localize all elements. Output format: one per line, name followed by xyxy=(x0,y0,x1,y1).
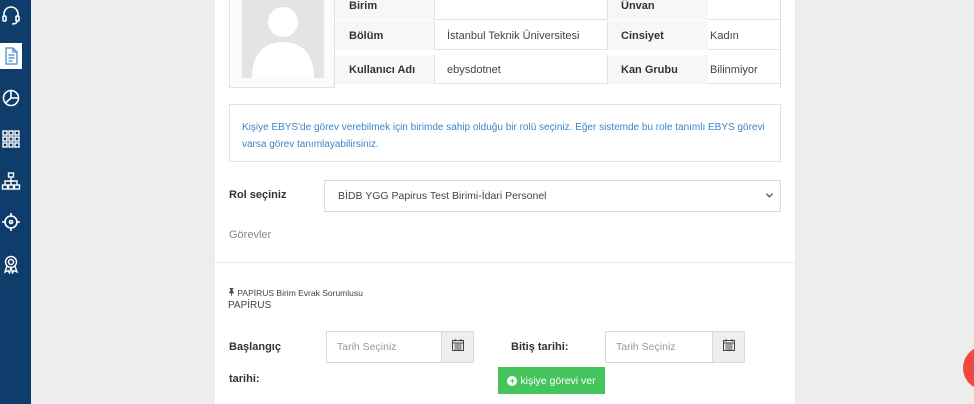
task-title: PAPİRUS Birim Evrak Sorumlusu xyxy=(228,288,363,298)
birim-label: Birim xyxy=(335,0,435,20)
org-chart-icon[interactable] xyxy=(0,168,22,194)
calendar-icon xyxy=(722,338,735,356)
assign-task-button[interactable]: + kişiye görevi ver xyxy=(498,367,605,394)
role-select[interactable]: BİDB YGG Papirus Test Birimi-İdari Perso… xyxy=(324,180,781,212)
tasks-heading: Görevler xyxy=(229,229,272,241)
start-date-input[interactable]: Tarih Seçiniz xyxy=(326,331,442,363)
start-date-label-cont: tarihi: xyxy=(229,373,260,385)
assign-task-label: kişiye görevi ver xyxy=(520,374,596,387)
start-calendar-button[interactable] xyxy=(441,331,474,363)
avatar-placeholder-icon xyxy=(242,0,324,78)
info-alert: Kişiye EBYS'de görev verebilmek için bir… xyxy=(229,104,781,162)
grid-icon[interactable] xyxy=(0,126,22,152)
role-select-label: Rol seçiniz xyxy=(229,189,287,201)
floating-action-button[interactable] xyxy=(963,346,974,390)
kullanici-adi-label: Kullanıcı Adı xyxy=(335,55,435,84)
pin-icon xyxy=(228,288,237,298)
end-date-input[interactable]: Tarih Seçiniz xyxy=(605,331,713,363)
sidebar xyxy=(0,0,31,404)
task-title-text: PAPİRUS Birim Evrak Sorumlusu xyxy=(237,288,363,298)
target-icon[interactable] xyxy=(0,209,22,235)
profile-photo-cell xyxy=(229,0,335,88)
profile-row-birim: Birim Ünvan xyxy=(335,0,781,20)
bolum-label: Bölüm xyxy=(335,21,435,50)
profile-info-table: Birim Ünvan Bölüm İstanbul Teknik Üniver… xyxy=(335,0,781,88)
end-date-label: Bitiş tarihi: xyxy=(511,341,569,353)
unvan-label: Ünvan xyxy=(608,0,708,20)
kan-grubu-value: Bilinmiyor xyxy=(710,63,758,76)
start-date-label: Başlangıç xyxy=(229,341,281,353)
chevron-down-icon xyxy=(765,191,774,203)
cinsiyet-value: Kadın xyxy=(710,29,739,42)
role-select-value: BİDB YGG Papirus Test Birimi-İdari Perso… xyxy=(338,190,547,202)
cinsiyet-label: Cinsiyet xyxy=(608,21,708,50)
end-date-placeholder: Tarih Seçiniz xyxy=(616,341,676,353)
main-panel: Birim Ünvan Bölüm İstanbul Teknik Üniver… xyxy=(215,0,795,404)
profile-row-bolum: Bölüm İstanbul Teknik Üniversitesi Cinsi… xyxy=(335,21,781,50)
pie-chart-icon[interactable] xyxy=(0,85,22,111)
bolum-value: İstanbul Teknik Üniversitesi xyxy=(435,21,608,50)
info-alert-text: Kişiye EBYS'de görev verebilmek için bir… xyxy=(242,122,765,150)
document-icon[interactable] xyxy=(0,43,22,69)
kan-grubu-label: Kan Grubu xyxy=(608,55,708,84)
award-icon[interactable] xyxy=(0,251,22,277)
profile-row-kullanici: Kullanıcı Adı ebysdotnet Kan Grubu Bilin… xyxy=(335,55,781,84)
calendar-icon xyxy=(451,338,464,356)
end-calendar-button[interactable] xyxy=(712,331,745,363)
unvan-value xyxy=(708,0,781,20)
task-subtitle: PAPİRUS xyxy=(228,300,272,311)
kullanici-adi-value: ebysdotnet xyxy=(435,55,608,84)
section-divider xyxy=(215,262,795,263)
birim-value xyxy=(435,0,608,20)
plus-circle-icon: + xyxy=(507,375,518,386)
start-date-placeholder: Tarih Seçiniz xyxy=(337,341,397,353)
headset-icon[interactable] xyxy=(0,2,22,28)
